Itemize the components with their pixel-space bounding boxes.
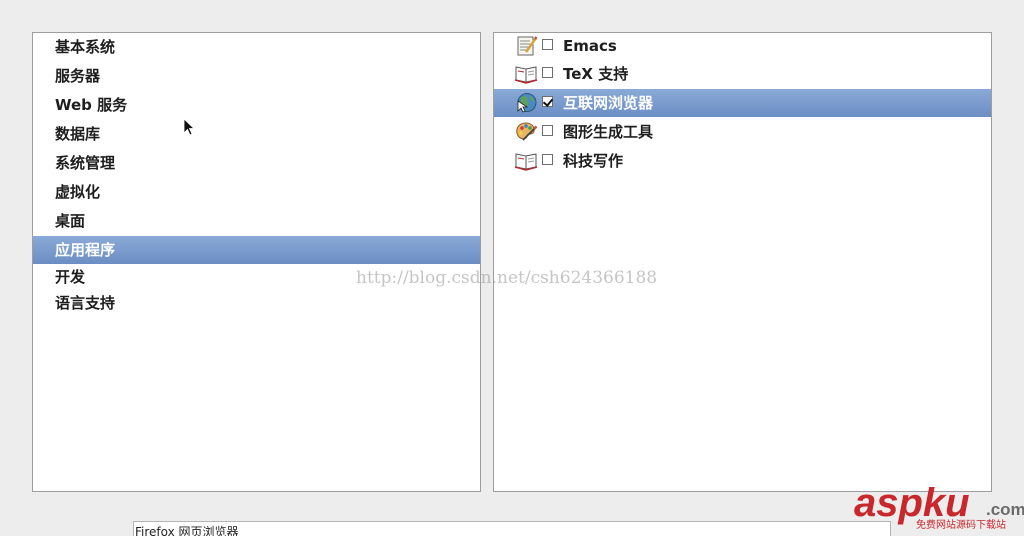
group-item-databases[interactable]: 数据库 [33,120,480,148]
package-row-tex[interactable]: TeX 支持 [494,60,991,88]
group-item-desktops[interactable]: 桌面 [33,207,480,235]
group-item-base-system[interactable]: 基本系统 [33,33,480,61]
book-icon [515,66,538,84]
group-item-virtualization[interactable]: 虚拟化 [33,178,480,206]
group-item-applications[interactable]: 应用程序 [33,236,480,264]
package-label: 互联网浏览器 [563,94,654,112]
package-description: Firefox 网页浏览器 [133,521,891,536]
logo-tagline: 免费网站源码下载站 [916,518,1006,531]
web-browser-icon [517,93,537,113]
group-item-languages[interactable]: 语言支持 [33,289,480,317]
package-checkbox[interactable] [542,96,553,107]
package-row-emacs[interactable]: Emacs [494,32,991,60]
package-checkbox[interactable] [542,154,553,165]
package-row-web-browser[interactable]: 互联网浏览器 [494,89,991,117]
text-editor-icon [517,36,538,56]
package-label: Emacs [563,37,617,55]
group-item-servers[interactable]: 服务器 [33,62,480,90]
graphics-palette-icon [516,122,538,141]
package-label: 科技写作 [563,152,624,170]
group-item-web-services[interactable]: Web 服务 [33,91,480,119]
logo-suffix: .com [986,500,1024,519]
watermark-url: http://blog.csdn.net/csh624366188 [356,268,658,288]
logo-brand: aspku [854,481,970,525]
package-list-panel: Emacs TeX 支持 互联网浏览器 图形生成工具 科技写作 [493,32,992,492]
book-icon [515,153,538,171]
package-row-technical-writing[interactable]: 科技写作 [494,147,991,175]
package-label: 图形生成工具 [563,123,654,141]
package-checkbox[interactable] [542,39,553,50]
installer-window: 基本系统 服务器 Web 服务 数据库 系统管理 虚拟化 桌面 应用程序 开发 … [0,0,1024,536]
mouse-pointer-icon [183,118,196,136]
group-list-panel: 基本系统 服务器 Web 服务 数据库 系统管理 虚拟化 桌面 应用程序 开发 … [32,32,481,492]
group-item-system-management[interactable]: 系统管理 [33,149,480,177]
package-checkbox[interactable] [542,67,553,78]
package-checkbox[interactable] [542,125,553,136]
site-logo: aspku .com 免费网站源码下载站 [854,481,1024,531]
package-row-graphics[interactable]: 图形生成工具 [494,118,991,146]
package-label: TeX 支持 [563,65,629,83]
